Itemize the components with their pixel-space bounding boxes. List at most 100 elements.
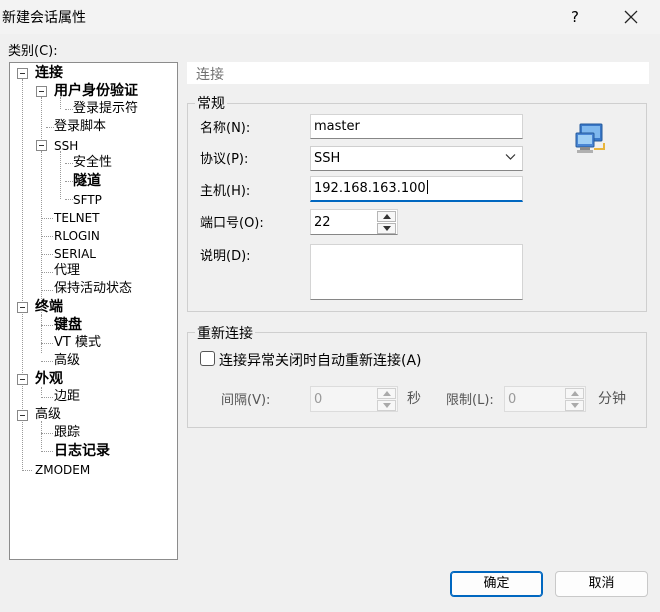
auto-reconnect-checkbox[interactable] <box>200 351 215 366</box>
limit-stepper[interactable]: 0 <box>504 386 586 412</box>
tree-line <box>65 163 73 164</box>
triangle-down-icon <box>383 226 391 231</box>
text-caret <box>426 180 428 194</box>
tree-line <box>41 218 53 219</box>
tree-item-authentication[interactable]: 用户身份验证 <box>54 83 138 99</box>
description-field[interactable] <box>310 244 523 300</box>
triangle-down-icon <box>571 403 579 408</box>
tree-collapse-toggle[interactable] <box>17 302 28 313</box>
tree-line <box>41 433 53 434</box>
tree-line <box>41 343 53 344</box>
tree-item-login-prompts[interactable]: 登录提示符 <box>73 101 138 117</box>
tree-item-appearance[interactable]: 外观 <box>35 371 63 387</box>
interval-label: 间隔(V): <box>221 393 271 408</box>
tree-line <box>41 315 42 353</box>
triangle-down-icon <box>383 403 391 408</box>
interval-value: 0 <box>314 392 323 407</box>
tree-item-tunnels[interactable]: 隧道 <box>73 173 101 189</box>
panel-header: 连接 <box>187 62 649 84</box>
protocol-label: 协议(P): <box>200 152 249 167</box>
tree-item-logging[interactable]: 日志记录 <box>54 443 110 459</box>
tree-line <box>41 272 53 273</box>
name-label: 名称(N): <box>200 121 251 136</box>
limit-label: 限制(L): <box>446 393 494 408</box>
category-label: 类别(C): <box>8 44 58 59</box>
reconnect-group <box>187 332 647 428</box>
tree-item-login-scripts[interactable]: 登录脚本 <box>54 119 106 135</box>
triangle-up-icon <box>571 391 579 396</box>
tree-item-ssh[interactable]: SSH <box>54 138 78 154</box>
protocol-value: SSH <box>314 151 341 166</box>
name-field[interactable]: master <box>310 114 523 139</box>
close-button[interactable] <box>612 0 652 34</box>
tree-collapse-toggle[interactable] <box>36 86 47 97</box>
port-value: 22 <box>314 215 331 230</box>
panel-title: 连接 <box>196 67 224 83</box>
tree-item-sftp[interactable]: SFTP <box>73 192 102 208</box>
tree-line <box>60 151 61 199</box>
tree-item-connection[interactable]: 连接 <box>35 65 63 81</box>
network-computer-icon <box>574 121 610 157</box>
tree-item-keep-alive[interactable]: 保持活动状态 <box>54 281 132 297</box>
host-field[interactable]: 192.168.163.100 <box>310 176 523 202</box>
cancel-button[interactable]: 取消 <box>555 571 648 597</box>
tree-collapse-toggle[interactable] <box>36 140 47 151</box>
host-value: 192.168.163.100 <box>314 181 426 196</box>
tree-item-zmodem[interactable]: ZMODEM <box>35 462 90 478</box>
limit-unit: 分钟 <box>598 391 626 407</box>
tree-line <box>41 421 42 449</box>
protocol-select[interactable]: SSH <box>310 146 523 171</box>
limit-value: 0 <box>508 392 517 407</box>
tree-line <box>41 397 53 398</box>
tree-item-keyboard[interactable]: 键盘 <box>54 317 82 333</box>
tree-item-security[interactable]: 安全性 <box>73 155 112 171</box>
port-stepper[interactable]: 22 <box>310 209 398 235</box>
interval-unit: 秒 <box>407 391 421 407</box>
description-label: 说明(D): <box>200 249 251 264</box>
tree-item-terminal-advanced[interactable]: 高级 <box>54 353 80 369</box>
tree-line <box>41 387 42 395</box>
tree-item-telnet[interactable]: TELNET <box>54 210 100 226</box>
tree-line <box>65 181 73 182</box>
tree-line <box>65 109 73 110</box>
host-label: 主机(H): <box>200 184 251 199</box>
port-label: 端口号(O): <box>200 216 264 231</box>
tree-line <box>41 325 53 326</box>
tree-line <box>41 290 53 291</box>
tree-line <box>41 451 53 452</box>
tree-line <box>65 199 73 200</box>
tree-item-serial[interactable]: SERIAL <box>54 246 96 262</box>
tree-item-rlogin[interactable]: RLOGIN <box>54 228 100 244</box>
tree-collapse-toggle[interactable] <box>17 374 28 385</box>
title-bar: 新建会话属性 ? <box>0 0 660 34</box>
tree-item-proxy[interactable]: 代理 <box>54 263 80 279</box>
tree-item-terminal[interactable]: 终端 <box>35 299 63 315</box>
tree-item-margins[interactable]: 边距 <box>54 389 80 405</box>
interval-stepper[interactable]: 0 <box>310 386 398 412</box>
tree-line <box>41 254 53 255</box>
tree-line <box>46 127 54 128</box>
interval-increment-button[interactable] <box>377 388 396 399</box>
help-button[interactable]: ? <box>560 0 590 34</box>
interval-decrement-button[interactable] <box>377 400 396 411</box>
limit-increment-button[interactable] <box>565 388 584 399</box>
tree-collapse-toggle[interactable] <box>17 68 28 79</box>
chevron-down-icon <box>505 154 516 160</box>
limit-decrement-button[interactable] <box>565 400 584 411</box>
port-decrement-button[interactable] <box>377 223 396 234</box>
triangle-up-icon <box>383 214 391 219</box>
tree-line <box>41 361 53 362</box>
triangle-up-icon <box>383 391 391 396</box>
tree-item-advanced[interactable]: 高级 <box>35 407 61 423</box>
tree-item-trace[interactable]: 跟踪 <box>54 425 80 441</box>
category-tree[interactable]: 连接 用户身份验证 登录提示符 登录脚本 SSH 安全性 隧道 SFTP TEL… <box>9 62 178 560</box>
tree-collapse-toggle[interactable] <box>17 410 28 421</box>
window-title: 新建会话属性 <box>2 10 86 26</box>
auto-reconnect-label[interactable]: 连接异常关闭时自动重新连接(A) <box>219 350 422 370</box>
tree-line <box>22 470 32 471</box>
ok-button[interactable]: 确定 <box>450 571 543 597</box>
port-increment-button[interactable] <box>377 211 396 222</box>
close-icon <box>624 10 638 24</box>
tree-item-vt-modes[interactable]: VT 模式 <box>54 335 101 351</box>
tree-line <box>41 236 53 237</box>
